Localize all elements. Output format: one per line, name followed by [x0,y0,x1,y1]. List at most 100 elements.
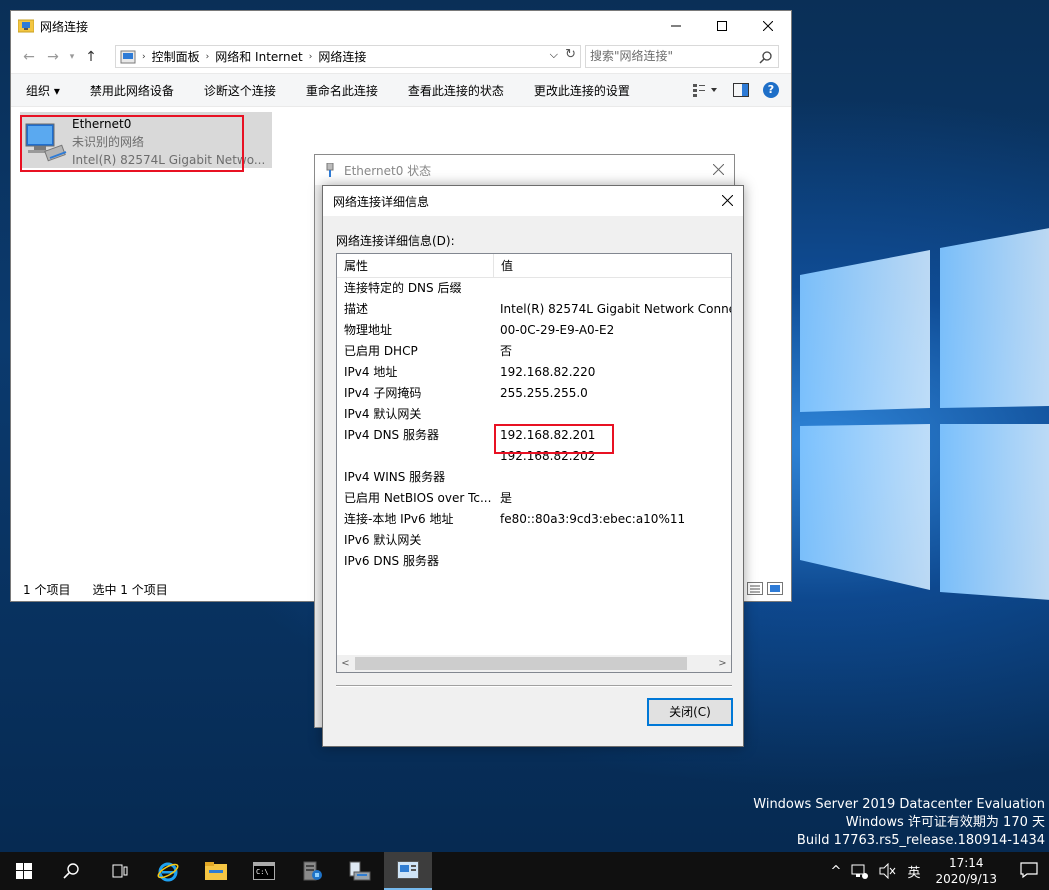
details-property-cell: IPv6 DNS 服务器 [344,554,439,568]
clock[interactable]: 17:14 2020/9/13 [935,855,997,887]
window-titlebar[interactable]: 网络连接 [11,11,791,41]
details-property-cell: 连接特定的 DNS 后缀 [344,281,462,295]
server-manager-icon [303,861,322,881]
address-bar[interactable]: › 控制面板 › 网络和 Internet › 网络连接 ⌵ ↻ [115,45,581,68]
maximize-icon [717,20,727,31]
command-prompt-button[interactable]: C:\ [240,852,288,890]
details-property-cell: 已启用 DHCP [344,344,418,358]
details-row[interactable]: 物理地址 00-0C-29-E9-A0-E2 [337,320,731,341]
clock-time: 17:14 [948,856,984,870]
search-placeholder: 搜索"网络连接" [590,49,674,63]
details-row[interactable]: IPv4 默认网关 [337,404,731,425]
details-value-cell: 192.168.82.220 [500,365,596,379]
details-dialog-titlebar[interactable]: 网络连接详细信息 [323,186,743,216]
details-row[interactable]: 描述 Intel(R) 82574L Gigabit Network Connec… [337,299,731,320]
task-view-button[interactable] [96,852,144,890]
details-row[interactable]: 连接特定的 DNS 后缀 [337,278,731,299]
selected-count: 选中 1 个项目 [92,582,168,597]
breadcrumb-network-internet[interactable]: 网络和 Internet [215,48,302,65]
close-button[interactable] [745,11,791,40]
change-settings-button[interactable]: 更改此连接的设置 [534,82,630,99]
show-hidden-icons-button[interactable]: ^ [831,864,842,879]
search-input[interactable]: 搜索"网络连接" [585,45,779,68]
details-row[interactable]: 连接-本地 IPv6 地址 fe80::80a3:9cd3:ebec:a10%11 [337,509,731,530]
details-row[interactable]: IPv6 默认网关 [337,530,731,551]
column-header-value[interactable]: 值 [494,254,513,277]
action-center-button[interactable] [1009,861,1049,881]
scroll-left-icon[interactable]: < [337,658,354,669]
details-property-cell: 描述 [344,302,369,316]
start-button[interactable] [0,852,48,890]
details-property-cell: IPv4 子网掩码 [344,386,422,400]
scroll-right-icon[interactable]: > [714,655,731,672]
input-method-indicator[interactable]: 英 [907,862,920,881]
details-value-cell: Intel(R) 82574L Gigabit Network Connect [500,302,731,316]
rename-connection-button[interactable]: 重命名此连接 [306,82,378,99]
internet-explorer-button[interactable] [144,852,192,890]
windows-logo [800,228,1049,600]
details-row[interactable]: 已启用 NetBIOS over Tc... 是 [337,488,731,509]
chevron-down-icon[interactable]: ⌵ [550,48,558,62]
watermark-line: Windows 许可证有效期为 170 天 [845,815,1045,830]
volume-muted-icon[interactable] [879,863,897,879]
breadcrumb-control-panel[interactable]: 控制面板 [152,48,200,65]
maximize-button[interactable] [699,11,745,40]
details-property-cell: 连接-本地 IPv6 地址 [344,512,454,526]
details-value-cell: 是 [500,491,513,505]
details-value-cell [494,467,731,488]
red-highlight-box [20,115,244,172]
red-highlight-box [494,424,614,454]
preview-pane-icon[interactable] [733,83,749,97]
refresh-icon[interactable]: ↻ [565,47,576,62]
details-property-cell: IPv4 WINS 服务器 [344,470,446,484]
scrollbar-thumb[interactable] [355,657,687,670]
details-row[interactable]: IPv4 WINS 服务器 [337,467,731,488]
view-status-button[interactable]: 查看此连接的状态 [408,82,504,99]
network-folder-icon [18,19,34,33]
network-tool-button[interactable] [336,852,384,890]
details-property-cell: IPv4 默认网关 [344,407,422,421]
diagnose-connection-button[interactable]: 诊断这个连接 [204,82,276,99]
details-dialog-title: 网络连接详细信息 [333,194,430,209]
help-icon[interactable]: ? [763,82,779,98]
details-value-cell [494,278,731,299]
network-tool-icon [349,861,371,881]
network-status-icon[interactable] [851,863,869,879]
file-explorer-button[interactable] [192,852,240,890]
svg-text:C:\: C:\ [256,868,269,876]
task-view-icon [112,864,128,878]
details-view-icon[interactable] [747,582,763,595]
breadcrumb-separator: › [308,51,313,62]
network-connections-taskbar-button[interactable] [384,852,432,890]
close-icon[interactable] [713,164,724,175]
search-button[interactable] [48,852,96,890]
change-view-icon[interactable] [693,83,719,97]
disable-device-button[interactable]: 禁用此网络设备 [90,82,174,99]
details-row[interactable]: 已启用 DHCP 否 [337,341,731,362]
back-button[interactable]: ← [17,49,41,65]
recent-locations-button[interactable]: ▾ [65,52,79,62]
minimize-button[interactable] [653,11,699,40]
forward-button[interactable]: → [41,49,65,65]
up-button[interactable]: ↑ [79,49,103,65]
details-property-cell: IPv4 DNS 服务器 [344,428,439,442]
organize-menu[interactable]: 组织 ▾ [26,82,60,99]
details-listview[interactable]: 属性 值 连接特定的 DNS 后缀 描述 Intel(R) 82574L Gigab… [336,253,732,673]
os-watermark: Windows Server 2019 Datacenter Evaluatio… [753,796,1045,850]
breadcrumb-network-connections[interactable]: 网络连接 [318,48,366,65]
status-dialog-titlebar[interactable]: Ethernet0 状态 [315,155,734,185]
server-manager-button[interactable] [288,852,336,890]
watermark-line: Windows Server 2019 Datacenter Evaluatio… [753,797,1045,812]
close-dialog-button[interactable]: 关闭(C) [647,698,733,726]
details-row[interactable]: IPv4 子网掩码 255.255.255.0 [337,383,731,404]
large-icons-view-icon[interactable] [767,582,783,595]
details-property-cell [337,446,494,467]
details-row[interactable]: IPv6 DNS 服务器 [337,551,731,572]
search-icon[interactable] [759,47,773,67]
column-header-property[interactable]: 属性 [337,254,494,277]
details-row[interactable]: IPv4 地址 192.168.82.220 [337,362,731,383]
horizontal-scrollbar[interactable]: < > [337,655,731,672]
details-value-cell: 否 [500,344,513,358]
item-count: 1 个项目 [23,582,71,597]
close-icon[interactable] [722,195,733,206]
